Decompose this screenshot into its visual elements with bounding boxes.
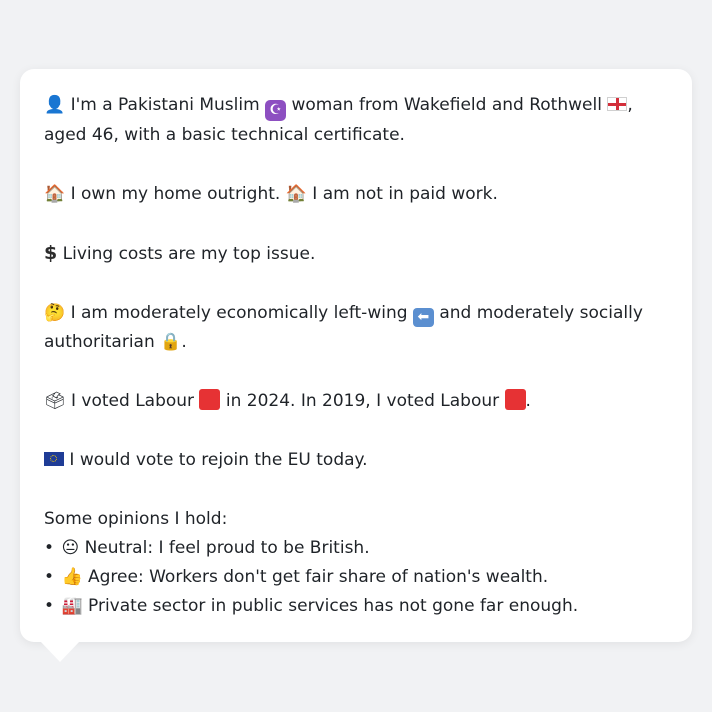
profile-message-bubble: 👤 I'm a Pakistani Muslim ☪ woman from Wa… xyxy=(20,69,692,642)
house-icon: 🏠 xyxy=(285,184,307,204)
person-icon: 👤 xyxy=(44,95,66,115)
bullet: • xyxy=(44,538,55,558)
red-square-icon xyxy=(199,389,221,410)
bullet: • xyxy=(44,567,55,587)
intro-text-1: I'm a Pakistani Muslim xyxy=(70,95,260,115)
work-text: I am not in paid work. xyxy=(312,184,498,204)
factory-icon: 🏭 xyxy=(61,596,83,616)
star-and-crescent-icon: ☪ xyxy=(265,100,287,121)
house-icon: 🏠 xyxy=(44,184,66,204)
eu-flag-icon xyxy=(44,452,64,466)
england-flag-icon xyxy=(607,97,628,111)
lock-icon: 🔒 xyxy=(160,332,182,352)
opinion-text: Private sector in public services has no… xyxy=(88,596,579,616)
opinion-item: • 👍 Agree: Workers don't get fair share … xyxy=(44,563,668,592)
red-square-icon xyxy=(504,389,526,410)
vote-end: . xyxy=(525,391,531,411)
home-text: I own my home outright. xyxy=(70,184,281,204)
vote-paragraph: 🗳 I voted Labour in 2024. In 2019, I vot… xyxy=(44,387,668,416)
neutral-face-icon: 😐 xyxy=(61,538,80,558)
opinion-text: Neutral: I feel proud to be British. xyxy=(84,538,370,558)
opinion-item: • 🏭 Private sector in public services ha… xyxy=(44,592,668,621)
vote-text-2: in 2024. In 2019, I voted Labour xyxy=(225,391,500,411)
housing-paragraph: 🏠 I own my home outright. 🏠 I am not in … xyxy=(44,180,668,209)
ideology-end: . xyxy=(181,332,187,352)
opinions-heading: Some opinions I hold: xyxy=(44,509,228,529)
bullet: • xyxy=(44,596,55,616)
eu-text: I would vote to rejoin the EU today. xyxy=(69,450,368,470)
issue-text: Living costs are my top issue. xyxy=(62,244,316,264)
dollar-icon: $ xyxy=(44,242,58,264)
thinking-face-icon: 🤔 xyxy=(44,303,66,323)
opinion-item: • 😐 Neutral: I feel proud to be British. xyxy=(44,534,668,563)
left-arrow-icon: ⬅ xyxy=(412,308,434,327)
issue-paragraph: $ Living costs are my top issue. xyxy=(44,239,668,269)
ideology-paragraph: 🤔 I am moderately economically left-wing… xyxy=(44,299,668,357)
intro-text-2: woman from Wakefield and Rothwell xyxy=(291,95,602,115)
ideology-text-1: I am moderately economically left-wing xyxy=(70,303,408,323)
bubble-tail xyxy=(40,641,80,662)
ballot-box-icon: 🗳 xyxy=(44,391,66,411)
thumbs-up-icon: 👍 xyxy=(61,567,83,587)
vote-text-1: I voted Labour xyxy=(71,391,195,411)
intro-paragraph: 👤 I'm a Pakistani Muslim ☪ woman from Wa… xyxy=(44,91,668,150)
eu-paragraph: I would vote to rejoin the EU today. xyxy=(44,446,668,475)
opinion-text: Agree: Workers don't get fair share of n… xyxy=(88,567,549,587)
